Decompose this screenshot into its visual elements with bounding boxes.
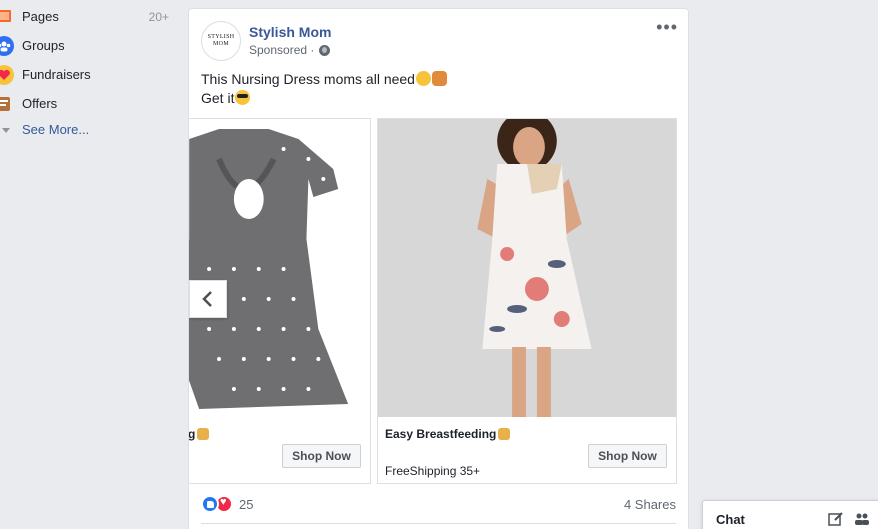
sponsored-text: Sponsored ·	[249, 43, 315, 57]
new-group-icon[interactable]	[854, 511, 870, 527]
shop-now-button[interactable]: Shop Now	[588, 444, 667, 468]
post-caption: This Nursing Dress moms all need Get it	[201, 70, 447, 108]
carousel-prev-button[interactable]	[189, 280, 227, 318]
carousel-card-subtitle: FreeShipping 35+	[385, 464, 481, 478]
chat-bar[interactable]: Chat	[702, 500, 878, 529]
product-image	[189, 119, 370, 417]
compose-icon[interactable]	[828, 511, 844, 527]
sunglasses-emoji-icon	[235, 90, 251, 105]
avatar[interactable]: STYLISH MOM	[201, 21, 241, 61]
sponsored-post: STYLISH MOM Stylish Mom Sponsored · ••• …	[188, 8, 689, 529]
like-reaction-icon	[201, 495, 219, 513]
carousel-card-title: Easy Breastfeeding	[385, 427, 511, 441]
kiss-emoji-icon	[415, 71, 431, 86]
sponsored-label[interactable]: Sponsored ·	[249, 43, 331, 57]
worker-emoji-icon	[197, 428, 210, 440]
caption-line2: Get it	[201, 90, 235, 106]
avatar-text-line2: MOM	[213, 41, 229, 47]
chat-label: Chat	[716, 512, 745, 527]
sidebar-item-groups[interactable]: Groups	[0, 34, 172, 58]
sidebar-item-label: Pages	[22, 9, 59, 24]
see-more-label: See More...	[22, 122, 90, 137]
product-image	[378, 119, 676, 417]
avatar-text-line1: STYLISH	[207, 34, 235, 40]
worker-emoji-icon	[498, 428, 511, 440]
sidebar-item-offers[interactable]: Offers	[0, 92, 172, 116]
offers-icon	[0, 94, 14, 114]
ad-carousel: g Shop Now Easy Breastfeeding FreeShippi…	[189, 118, 688, 484]
breastfeeding-emoji-icon	[431, 71, 447, 86]
divider	[201, 523, 676, 524]
carousel-card-title: g	[189, 427, 210, 441]
chevron-left-icon	[202, 291, 212, 307]
heart-icon	[0, 65, 14, 85]
shares-count[interactable]: 4 Shares	[624, 497, 676, 512]
sidebar-item-count: 20+	[148, 10, 169, 24]
see-more-link[interactable]: See More...	[0, 120, 120, 140]
reaction-summary[interactable]: 25	[201, 495, 253, 513]
groups-icon	[0, 36, 14, 56]
globe-icon	[319, 44, 331, 56]
more-options-icon[interactable]: •••	[656, 18, 678, 36]
caption-line1: This Nursing Dress moms all need	[201, 71, 415, 87]
sidebar-item-pages[interactable]: Pages 20+	[0, 5, 172, 29]
sidebar-item-label: Fundraisers	[22, 67, 91, 82]
page-name-link[interactable]: Stylish Mom	[249, 24, 331, 40]
reaction-count: 25	[239, 496, 254, 512]
sidebar-item-fundraisers[interactable]: Fundraisers	[0, 63, 172, 87]
flag-icon	[0, 7, 14, 27]
sidebar-item-label: Groups	[22, 38, 65, 53]
shop-now-button[interactable]: Shop Now	[282, 444, 361, 468]
carousel-card[interactable]: Easy Breastfeeding FreeShipping 35+ Shop…	[377, 118, 677, 484]
chevron-down-icon	[2, 128, 10, 133]
sidebar-item-label: Offers	[22, 96, 58, 111]
